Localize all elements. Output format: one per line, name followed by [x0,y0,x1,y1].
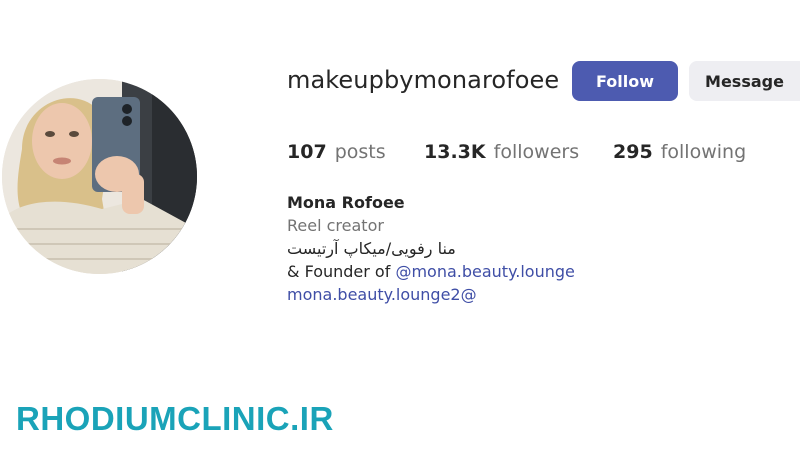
profile-name: Mona Rofoee [287,193,405,212]
watermark: RHODIUMCLINIC.IR [16,400,334,437]
bio-founder-text: & Founder of [287,262,396,281]
bio-line-founder: & Founder of @mona.beauty.lounge [287,260,575,283]
posts-count: 107 [287,141,327,163]
posts-label: posts [334,141,386,163]
bio-mention-link[interactable]: @mona.beauty.lounge [395,262,574,281]
bio-mention-link-2[interactable]: mona.beauty.lounge2@ [287,283,575,306]
followers-label: followers [493,141,580,163]
message-button[interactable]: Message [689,61,800,101]
profile-category: Reel creator [287,216,384,235]
stat-following[interactable]: 295 following [613,141,746,163]
follow-button[interactable]: Follow [572,61,678,101]
following-count: 295 [613,141,653,163]
followers-count: 13.3K [424,141,486,163]
message-button-label: Message [705,71,784,91]
avatar-photo [2,79,197,274]
bio-line-persian: منا رفویی/میکاپ آرتیست [287,239,456,258]
stat-posts: 107 posts [287,141,386,163]
avatar[interactable] [2,79,197,274]
username: makeupbymonarofoee [287,66,560,94]
bio: Mona Rofoee Reel creator منا رفویی/میکاپ… [287,191,575,306]
follow-button-label: Follow [595,71,654,91]
stat-followers[interactable]: 13.3K followers [424,141,579,163]
following-label: following [660,141,747,163]
profile-page: makeupbymonarofoee Follow Message 107 po… [0,0,800,450]
